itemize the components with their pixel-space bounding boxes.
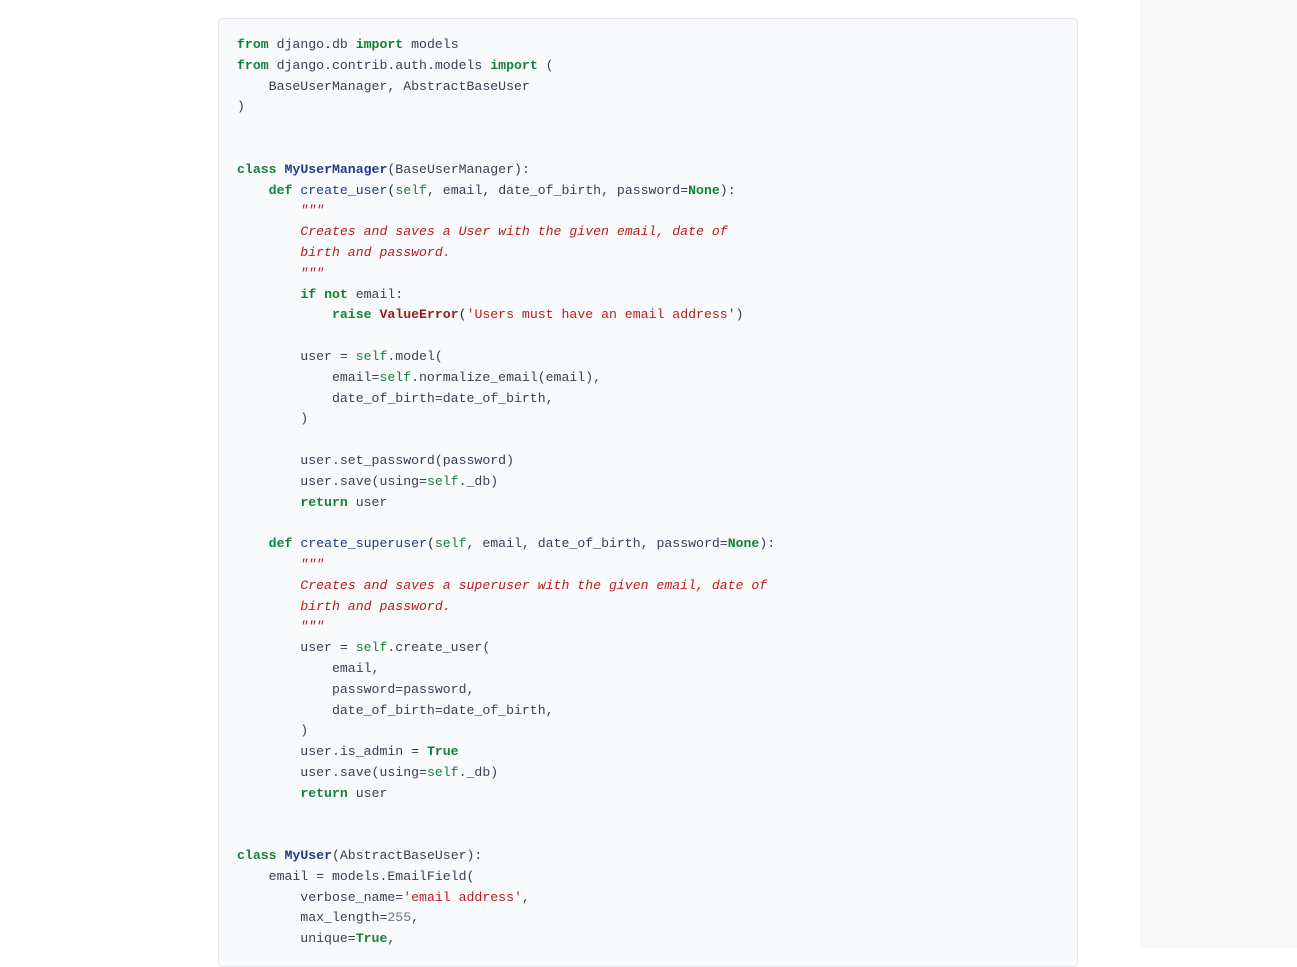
code-text: max_length= bbox=[237, 910, 387, 925]
code-text: user.set_password(password) bbox=[237, 453, 514, 468]
true-literal: True bbox=[356, 931, 388, 946]
self-ref: self bbox=[356, 349, 388, 364]
keyword-raise: raise bbox=[332, 307, 372, 322]
code-text: verbose_name= bbox=[237, 890, 403, 905]
code-text: date_of_birth=date_of_birth, bbox=[237, 391, 554, 406]
code-text: ._db) bbox=[459, 474, 499, 489]
exception-name: ValueError bbox=[379, 307, 458, 322]
none-literal: None bbox=[728, 536, 760, 551]
paren: ) bbox=[237, 99, 245, 114]
function-name: create_superuser bbox=[300, 536, 427, 551]
return-value: user bbox=[348, 495, 388, 510]
class-name: MyUser bbox=[285, 848, 332, 863]
paren: ) bbox=[736, 307, 744, 322]
code-text: .model( bbox=[387, 349, 442, 364]
import-names: BaseUserManager, AbstractBaseUser bbox=[237, 79, 530, 94]
keyword-def: def bbox=[269, 183, 293, 198]
string-literal: 'email address' bbox=[403, 890, 522, 905]
docstring: birth and password. bbox=[237, 245, 451, 260]
docstring: """ bbox=[237, 619, 324, 634]
comma: , bbox=[411, 910, 419, 925]
code-text: unique= bbox=[237, 931, 356, 946]
keyword-from: from bbox=[237, 58, 269, 73]
module-name: django.db bbox=[277, 37, 348, 52]
keyword-return: return bbox=[300, 786, 347, 801]
self-ref: self bbox=[379, 370, 411, 385]
code-text: user = bbox=[237, 640, 356, 655]
true-literal: True bbox=[427, 744, 459, 759]
code-text: user.is_admin = bbox=[237, 744, 427, 759]
code-text: .create_user( bbox=[387, 640, 490, 655]
def-end: ): bbox=[720, 183, 736, 198]
paren: ) bbox=[237, 723, 308, 738]
comma: , bbox=[522, 890, 530, 905]
keyword-if: if bbox=[300, 287, 316, 302]
code-text: email, bbox=[237, 661, 379, 676]
class-bases: (AbstractBaseUser): bbox=[332, 848, 482, 863]
code-text: date_of_birth=date_of_birth, bbox=[237, 703, 554, 718]
docstring: """ bbox=[237, 266, 324, 281]
keyword-class: class bbox=[237, 162, 277, 177]
code-text: email= bbox=[237, 370, 379, 385]
params: , email, date_of_birth, password= bbox=[427, 183, 688, 198]
return-value: user bbox=[348, 786, 388, 801]
class-name: MyUserManager bbox=[285, 162, 388, 177]
keyword-not: not bbox=[324, 287, 348, 302]
code-text: user.save(using= bbox=[237, 474, 427, 489]
self-ref: self bbox=[427, 765, 459, 780]
self-ref: self bbox=[427, 474, 459, 489]
paren: ) bbox=[237, 411, 308, 426]
keyword-def: def bbox=[269, 536, 293, 551]
docstring: birth and password. bbox=[237, 599, 451, 614]
keyword-class: class bbox=[237, 848, 277, 863]
number-literal: 255 bbox=[387, 910, 411, 925]
keyword-import: import bbox=[490, 58, 537, 73]
module-name: django.contrib.auth.models bbox=[277, 58, 483, 73]
docstring: Creates and saves a superuser with the g… bbox=[237, 578, 767, 593]
keyword-return: return bbox=[300, 495, 347, 510]
function-name: create_user bbox=[300, 183, 387, 198]
params: , email, date_of_birth, password= bbox=[467, 536, 728, 551]
self-ref: self bbox=[356, 640, 388, 655]
string-literal: 'Users must have an email address' bbox=[467, 307, 736, 322]
code-text: email = models.EmailField( bbox=[237, 869, 474, 884]
import-name: models bbox=[411, 37, 458, 52]
code-text: user.save(using= bbox=[237, 765, 427, 780]
code-text: password=password, bbox=[237, 682, 474, 697]
def-end: ): bbox=[759, 536, 775, 551]
comma: , bbox=[387, 931, 395, 946]
class-bases: (BaseUserManager): bbox=[387, 162, 529, 177]
condition: email: bbox=[348, 287, 403, 302]
docstring: Creates and saves a User with the given … bbox=[237, 224, 728, 239]
code-text: user = bbox=[237, 349, 356, 364]
code-text: .normalize_email(email), bbox=[411, 370, 601, 385]
code-text: ._db) bbox=[459, 765, 499, 780]
none-literal: None bbox=[688, 183, 720, 198]
paren: ( bbox=[546, 58, 554, 73]
docstring: """ bbox=[237, 557, 324, 572]
self-param: self bbox=[435, 536, 467, 551]
code-block: from django.db import models from django… bbox=[218, 18, 1078, 967]
right-sidebar bbox=[1140, 0, 1297, 948]
keyword-import: import bbox=[356, 37, 403, 52]
docstring: """ bbox=[237, 203, 324, 218]
keyword-from: from bbox=[237, 37, 269, 52]
content-area: from django.db import models from django… bbox=[0, 18, 1140, 967]
self-param: self bbox=[395, 183, 427, 198]
